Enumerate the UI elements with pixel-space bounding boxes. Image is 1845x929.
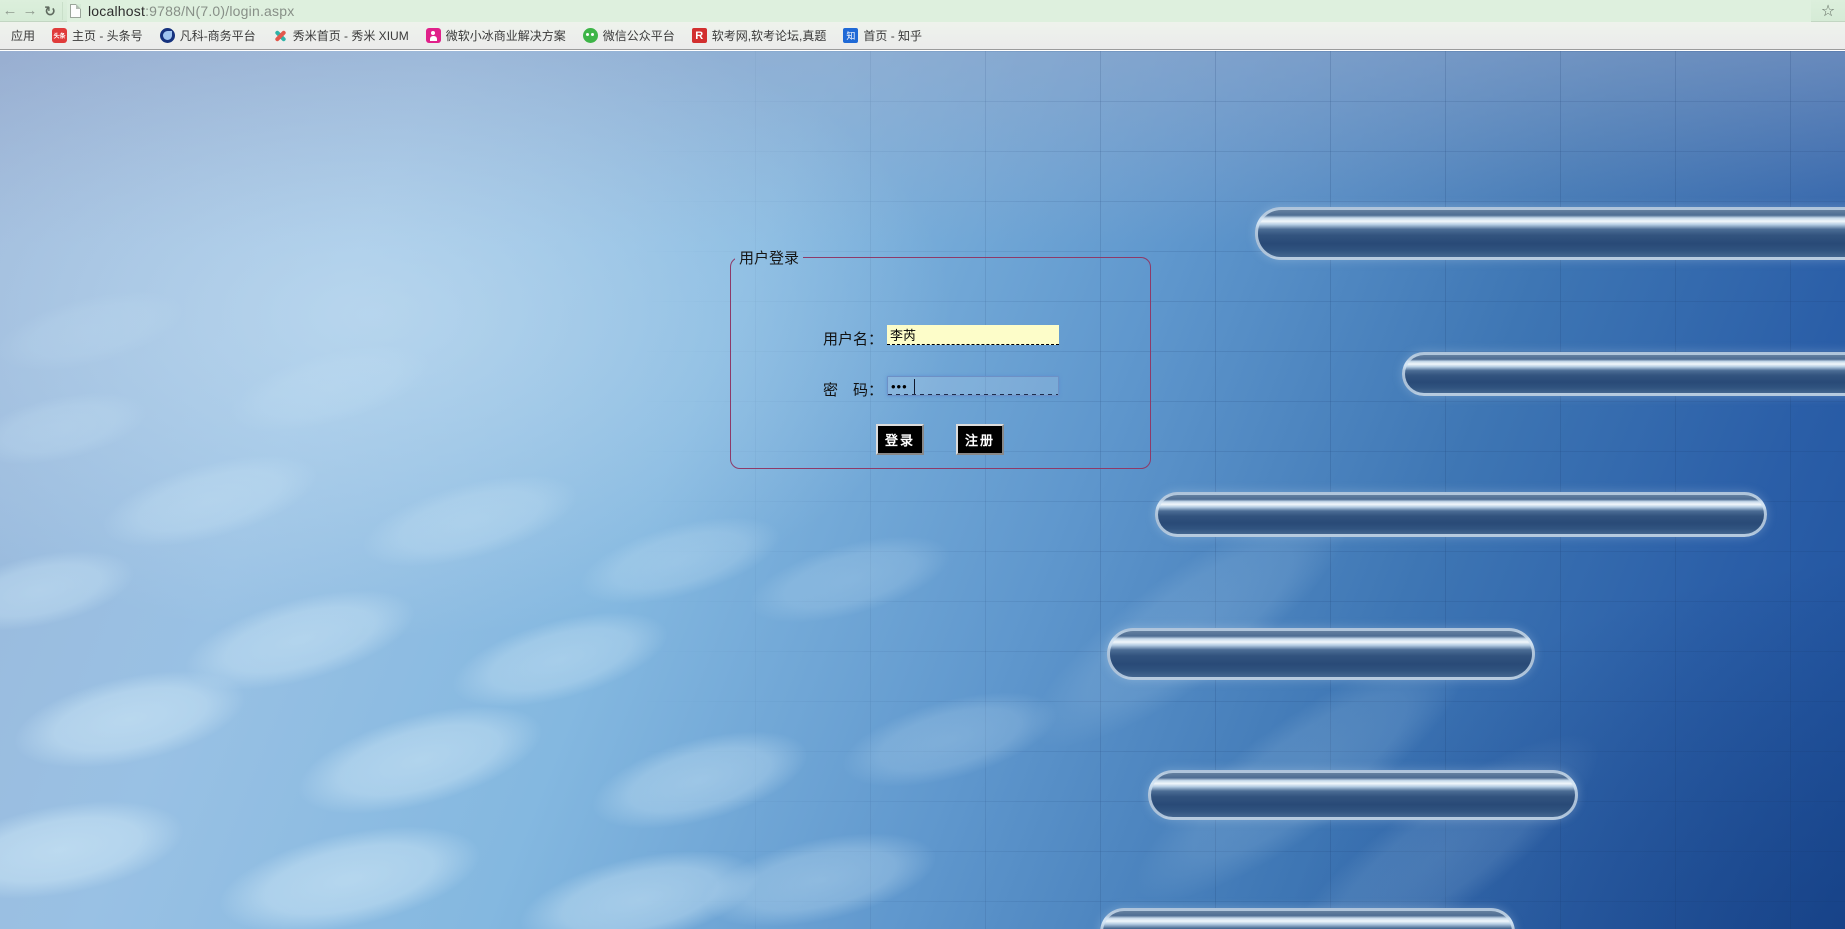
bookmark-label: 主页 - 头条号 xyxy=(72,27,143,44)
apps-label: 应用 xyxy=(11,27,35,44)
page-document-icon xyxy=(70,4,81,18)
forward-icon[interactable]: → xyxy=(20,1,40,21)
bookmark-zhihu[interactable]: 知 首页 - 知乎 xyxy=(843,27,922,44)
fanke-icon xyxy=(160,28,175,43)
username-label: 用户名： xyxy=(771,328,883,349)
url-host: localhost xyxy=(88,3,145,19)
bookmark-ruankao[interactable]: R 软考网,软考论坛,真题 xyxy=(692,27,827,44)
text-caret xyxy=(914,379,915,394)
login-legend: 用户登录 xyxy=(735,247,803,268)
ruankao-r-icon: R xyxy=(692,28,707,43)
bg-pill xyxy=(1402,352,1845,396)
bookmark-fanke[interactable]: 凡科-商务平台 xyxy=(160,27,256,44)
bookmark-star-icon[interactable]: ☆ xyxy=(1811,1,1845,21)
apps-shortcut[interactable]: 应用 xyxy=(2,27,35,44)
bg-pill xyxy=(1255,207,1845,260)
url-text[interactable]: localhost:9788/N(7.0)/login.aspx xyxy=(88,3,294,19)
bookmark-wechat[interactable]: 微信公众平台 xyxy=(583,27,675,44)
url-path: :9788/N(7.0)/login.aspx xyxy=(145,3,294,19)
register-button[interactable]: 注册 xyxy=(956,424,1004,455)
bookmark-toutiao[interactable]: 头条 主页 - 头条号 xyxy=(52,27,143,44)
password-input[interactable] xyxy=(887,376,1059,396)
bookmarks-bar: 应用 头条 主页 - 头条号 凡科-商务平台 秀米首页 - 秀米 XIUM 微软… xyxy=(0,22,1845,50)
addressbar-separator xyxy=(62,2,63,20)
bg-pill xyxy=(1155,492,1767,537)
toutiao-icon: 头条 xyxy=(52,28,67,43)
bg-pill xyxy=(1100,908,1515,929)
bookmark-xiaoice[interactable]: 微软小冰商业解决方案 xyxy=(426,27,566,44)
wechat-icon xyxy=(583,28,598,43)
reload-icon[interactable]: ↻ xyxy=(40,1,60,21)
apps-grid-icon xyxy=(1,28,6,43)
bookmark-label: 微信公众平台 xyxy=(603,27,675,44)
bookmark-label: 软考网,软考论坛,真题 xyxy=(712,27,827,44)
login-fieldset: 用户登录 用户名： 密 码： 登录 注册 xyxy=(730,247,1151,469)
bookmark-label: 首页 - 知乎 xyxy=(863,27,922,44)
bookmark-label: 凡科-商务平台 xyxy=(180,27,256,44)
xiumi-x-icon xyxy=(273,28,288,43)
xiaoice-icon xyxy=(426,28,441,43)
back-icon[interactable]: ← xyxy=(0,1,20,21)
bookmark-xiumi[interactable]: 秀米首页 - 秀米 XIUM xyxy=(273,27,409,44)
bg-pill xyxy=(1107,628,1535,680)
bookmark-label: 秀米首页 - 秀米 XIUM xyxy=(293,27,409,44)
bookmark-label: 微软小冰商业解决方案 xyxy=(446,27,566,44)
login-button[interactable]: 登录 xyxy=(876,424,924,455)
bg-pill xyxy=(1148,770,1578,820)
login-page-background: 用户登录 用户名： 密 码： 登录 注册 xyxy=(0,51,1845,929)
address-bar[interactable]: localhost:9788/N(7.0)/login.aspx xyxy=(67,0,1811,22)
username-input[interactable] xyxy=(887,325,1059,345)
browser-toolbar: ← → ↻ localhost:9788/N(7.0)/login.aspx ☆ xyxy=(0,0,1845,22)
zhihu-icon: 知 xyxy=(843,28,858,43)
password-label: 密 码： xyxy=(771,379,883,400)
